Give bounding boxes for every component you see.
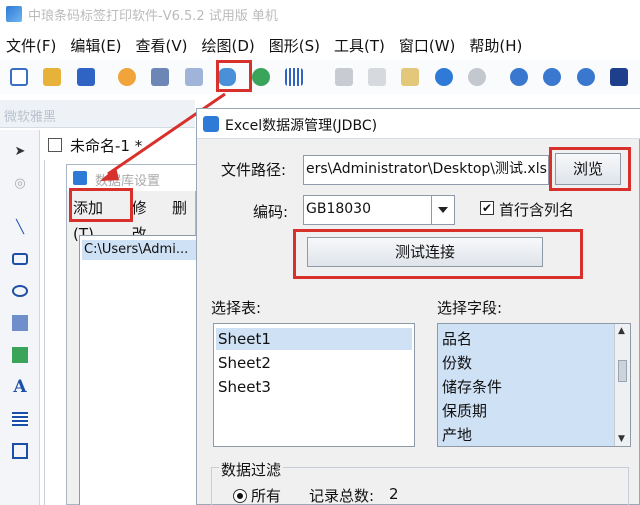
scroll-down-icon[interactable]: ▼: [618, 434, 625, 444]
app-logo-icon: [6, 6, 22, 22]
menu-tools[interactable]: 工具(T): [328, 35, 393, 56]
datasource-list[interactable]: C:\Users\Admi...: [79, 235, 197, 505]
scroll-up-icon[interactable]: ▲: [618, 326, 625, 336]
left-tool-strip: ➤ ◎ ╲ A: [0, 130, 40, 505]
add-menu-highlight: [69, 188, 133, 222]
delete-datasource-menu[interactable]: 删: [166, 195, 195, 221]
menu-view[interactable]: 查看(V): [130, 35, 196, 56]
document-tab-label: 未命名-1 *: [70, 137, 143, 155]
database-icon-highlight: [216, 60, 252, 92]
save-icon[interactable]: [73, 64, 98, 90]
record-total-value: 2: [389, 485, 399, 503]
table-list[interactable]: Sheet1 Sheet2 Sheet3: [213, 323, 415, 447]
field-list-item[interactable]: 产地: [440, 424, 472, 446]
field-list-item[interactable]: 品名: [440, 328, 472, 350]
pointer-tool-icon[interactable]: ➤: [9, 140, 31, 162]
font-name-faded: 微软雅黑: [4, 110, 57, 125]
select-field-label: 选择字段:: [437, 299, 503, 317]
zoom-fit-icon[interactable]: [573, 64, 598, 90]
excel-datasource-dialog: Excel数据源管理(JDBC) 文件路径: ers\Administrator…: [196, 108, 640, 505]
field-list-item[interactable]: 份数: [440, 352, 472, 374]
document-tab[interactable]: 未命名-1 *: [44, 132, 194, 156]
filter-all-radio[interactable]: [233, 489, 247, 503]
excel-dialog-icon: [203, 116, 219, 132]
menu-bar: 文件(F) 编辑(E) 查看(V) 绘图(D) 图形(S) 工具(T) 窗口(W…: [0, 32, 530, 58]
menu-draw[interactable]: 绘图(D): [196, 35, 263, 56]
font-panel: 微软雅黑: [0, 100, 195, 128]
encoding-label: 编码:: [253, 203, 289, 221]
document-icon: [48, 138, 62, 152]
excel-dialog-titlebar: Excel数据源管理(JDBC): [197, 109, 640, 139]
table-list-item[interactable]: Sheet1: [216, 328, 412, 350]
menu-file[interactable]: 文件(F): [0, 35, 64, 56]
first-row-header-label: 首行含列名: [499, 201, 575, 219]
scroll-thumb[interactable]: [618, 360, 627, 382]
table-list-item[interactable]: Sheet2: [216, 352, 271, 374]
record-total-label: 记录总数:: [309, 487, 375, 505]
data-filter-label: 数据过滤: [219, 459, 284, 480]
rotate-tool-icon[interactable]: ◎: [9, 172, 31, 194]
menu-edit[interactable]: 编辑(E): [64, 35, 129, 56]
open-folder-icon[interactable]: [39, 64, 64, 90]
copy-icon[interactable]: [364, 64, 389, 90]
field-list-item[interactable]: 储存条件: [440, 376, 502, 398]
filter-all-label: 所有: [251, 487, 282, 505]
edit-image-tool-icon[interactable]: [9, 312, 31, 334]
window-title: 中琅条码标签打印软件-V6.5.2 试用版 单机: [28, 8, 278, 24]
datasource-dialog-title: 数据库设置: [95, 174, 161, 189]
menu-help[interactable]: 帮助(H): [463, 35, 530, 56]
line-tool-icon[interactable]: ╲: [9, 216, 31, 238]
menu-window[interactable]: 窗口(W): [393, 35, 464, 56]
field-list-item[interactable]: 保质期: [440, 400, 487, 422]
toolbar: [0, 60, 640, 94]
text-tool-icon[interactable]: A: [9, 376, 31, 398]
field-list-scrollbar[interactable]: ▲ ▼: [614, 324, 630, 446]
title-bar: 中琅条码标签打印软件-V6.5.2 试用版 单机: [0, 0, 640, 28]
file-path-label: 文件路径:: [221, 161, 287, 179]
chevron-down-icon[interactable]: [431, 195, 455, 225]
new-file-icon[interactable]: [6, 64, 31, 90]
ellipse-tool-icon[interactable]: [9, 280, 31, 302]
print-preview-icon[interactable]: [181, 64, 206, 90]
encoding-select[interactable]: GB18030: [303, 195, 433, 225]
multiline-text-tool-icon[interactable]: [9, 408, 31, 430]
table-list-item[interactable]: Sheet3: [216, 376, 271, 398]
settings-gear-icon[interactable]: [114, 64, 139, 90]
first-row-header-checkbox[interactable]: ✔: [480, 201, 494, 215]
undo-icon[interactable]: [431, 64, 456, 90]
datasource-dialog-icon: [73, 171, 87, 185]
barcode-tool-icon[interactable]: [9, 440, 31, 462]
select-table-label: 选择表:: [211, 299, 262, 317]
paste-icon[interactable]: [398, 64, 423, 90]
browse-highlight: [549, 147, 631, 191]
rectangle-tool-icon[interactable]: [9, 248, 31, 270]
field-list[interactable]: 品名 份数 储存条件 保质期 产地 ▲ ▼: [437, 323, 631, 447]
datasource-list-item[interactable]: C:\Users\Admi...: [82, 240, 196, 260]
redo-icon[interactable]: [465, 64, 490, 90]
print-icon[interactable]: [148, 64, 173, 90]
file-path-field[interactable]: ers\Administrator\Desktop\测试.xls: [303, 155, 549, 185]
test-connection-highlight: [293, 229, 583, 279]
align-grid-icon[interactable]: [606, 64, 631, 90]
menu-shape[interactable]: 图形(S): [263, 35, 328, 56]
cut-icon[interactable]: [331, 64, 356, 90]
picture-tool-icon[interactable]: [9, 344, 31, 366]
excel-dialog-title: Excel数据源管理(JDBC): [225, 118, 378, 134]
zoom-out-icon[interactable]: [540, 64, 565, 90]
grid-icon[interactable]: [282, 64, 307, 90]
zoom-in-icon[interactable]: [506, 64, 531, 90]
